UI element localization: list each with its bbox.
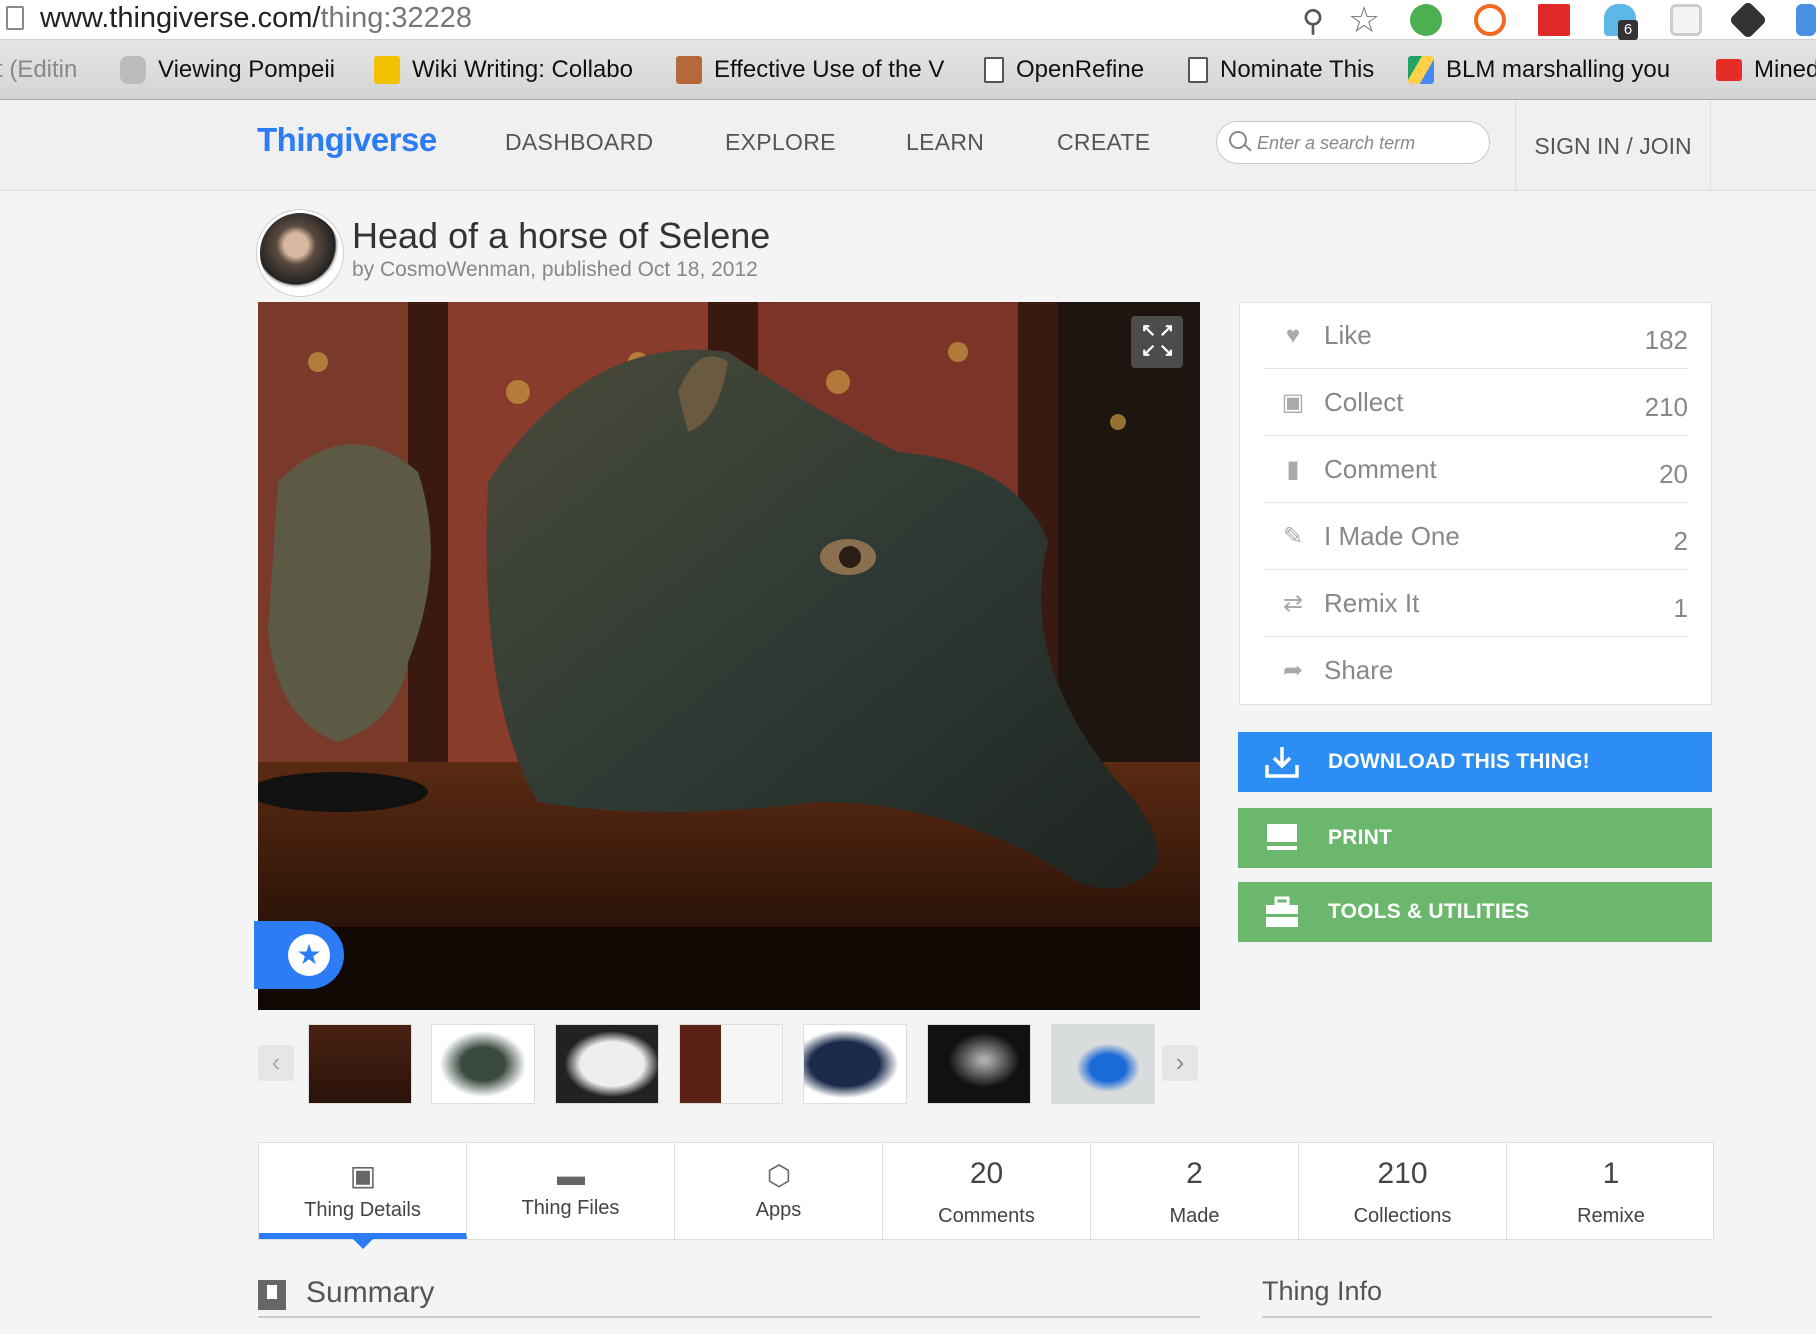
thumb-prev-button[interactable]: ‹ — [258, 1045, 294, 1081]
comment-icon: ▮ — [1286, 456, 1300, 483]
tab-made[interactable]: 2 Made — [1091, 1143, 1299, 1239]
quote-extension-icon[interactable] — [1410, 4, 1442, 36]
folder-icon: ▬ — [557, 1160, 585, 1191]
comment-action[interactable]: ▮ Comment 20 — [1264, 437, 1688, 503]
star-icon: ★ — [288, 934, 330, 976]
tab-thing-files[interactable]: ▬ Thing Files — [467, 1143, 675, 1239]
thumbnail[interactable] — [927, 1024, 1031, 1104]
print-button[interactable]: PRINT — [1238, 808, 1712, 868]
michigan-icon — [374, 56, 400, 84]
search-box[interactable] — [1216, 121, 1490, 164]
bookmark-item[interactable]: Nominate This — [1188, 56, 1374, 84]
search-icon — [1229, 131, 1247, 149]
address-bar[interactable]: www.thingiverse.com/thing:32228 ⚲ ☆ 6 — [0, 0, 1816, 40]
page-title: Head of a horse of Selene — [352, 215, 771, 256]
horse-head-photo — [258, 302, 1200, 1010]
collect-icon: ▣ — [1281, 389, 1305, 416]
bookmark-item[interactable]: BLM marshalling you — [1408, 56, 1670, 84]
tab-thing-details[interactable]: ▣ Thing Details — [259, 1143, 467, 1249]
drive-icon — [1408, 56, 1434, 84]
thing-info-header: Thing Info — [1262, 1272, 1712, 1318]
flipboard-extension-icon[interactable] — [1538, 4, 1570, 36]
thumbnail[interactable] — [431, 1024, 535, 1104]
tab-collections[interactable]: 210 Collections — [1299, 1143, 1507, 1239]
summary-header: Summary — [258, 1272, 1200, 1318]
tab-remixes[interactable]: 1 Remixe — [1507, 1143, 1715, 1239]
ghostery-extension-icon[interactable]: 6 — [1604, 4, 1638, 40]
thumbnail[interactable] — [803, 1024, 907, 1104]
made-one-action[interactable]: ✎ I Made One 2 — [1264, 504, 1688, 570]
share-action[interactable]: ➦ Share — [1264, 638, 1688, 704]
nav-create[interactable]: CREATE — [1057, 129, 1150, 156]
search-input[interactable] — [1257, 130, 1482, 156]
bitly-extension-icon[interactable] — [1474, 4, 1506, 36]
print-icon — [1267, 824, 1297, 850]
remix-action[interactable]: ⇄ Remix It 1 — [1264, 571, 1688, 637]
compass-extension-icon[interactable] — [1728, 0, 1768, 40]
tab-apps[interactable]: ⬡ Apps — [675, 1143, 883, 1239]
apple-icon — [120, 56, 146, 84]
thumbnail[interactable] — [679, 1024, 783, 1104]
thumbnail[interactable] — [1051, 1024, 1155, 1104]
bookmark-item[interactable]: Viewing Pompeii — [120, 56, 335, 84]
remix-icon: ⇄ — [1282, 590, 1304, 617]
expand-icon[interactable]: ↖ ↗ ↙ ↘ — [1131, 316, 1183, 368]
zoom-icon[interactable]: ⚲ — [1302, 4, 1324, 39]
site-header: Thingiverse DASHBOARD EXPLORE LEARN CREA… — [0, 101, 1816, 191]
tab-comments[interactable]: 20 Comments — [883, 1143, 1091, 1239]
byline: by CosmoWenman, published Oct 18, 2012 — [352, 258, 758, 281]
bookmark-star-icon[interactable]: ☆ — [1348, 0, 1380, 41]
book-icon — [258, 1280, 286, 1310]
thumbnail[interactable] — [308, 1024, 412, 1104]
bookmark-item[interactable]: OpenRefine — [984, 56, 1144, 84]
nav-dashboard[interactable]: DASHBOARD — [505, 129, 653, 156]
doc-icon — [1188, 57, 1208, 83]
book-icon: ▣ — [349, 1160, 377, 1191]
nav-learn[interactable]: LEARN — [906, 129, 984, 156]
doc-icon — [984, 57, 1004, 83]
chat-extension-icon[interactable] — [1670, 4, 1702, 36]
bookmark-item[interactable]: Effective Use of the V — [676, 56, 944, 84]
like-action[interactable]: ♥ Like 182 — [1264, 303, 1688, 369]
thumb-next-button[interactable]: › — [1162, 1045, 1198, 1081]
action-panel: ♥ Like 182 ▣ Collect 210 ▮ Comment 20 ✎ … — [1239, 302, 1712, 705]
thumbnail[interactable] — [555, 1024, 659, 1104]
made-icon: ✎ — [1282, 523, 1304, 550]
collect-action[interactable]: ▣ Collect 210 — [1264, 370, 1688, 436]
bookmark-item[interactable]: t (Editin — [0, 56, 77, 84]
bookmark-item[interactable]: Mined — [1716, 56, 1816, 84]
share-icon: ➦ — [1282, 657, 1304, 684]
logo[interactable]: Thingiverse — [257, 121, 437, 159]
main-image[interactable] — [258, 302, 1200, 1010]
extension-icon[interactable] — [1796, 4, 1816, 36]
bookmarks-bar: t (Editin Viewing Pompeii Wiki Writing: … — [0, 40, 1816, 100]
tools-button[interactable]: TOOLS & UTILITIES — [1238, 882, 1712, 942]
cube-icon: ⬡ — [766, 1160, 792, 1191]
signin-button[interactable]: SIGN IN / JOIN — [1515, 101, 1711, 191]
download-button[interactable]: DOWNLOAD THIS THING! — [1238, 732, 1712, 792]
stack-icon — [676, 56, 702, 84]
youtube-icon — [1716, 59, 1742, 81]
bookmark-item[interactable]: Wiki Writing: Collabo — [374, 56, 633, 84]
page-icon — [6, 6, 24, 30]
avatar[interactable] — [257, 210, 343, 296]
heart-icon: ♥ — [1285, 322, 1301, 349]
featured-badge: ★ — [254, 921, 344, 989]
ext-badge: 6 — [1618, 20, 1638, 40]
tab-bar: ▣ Thing Details ▬ Thing Files ⬡ Apps 20 … — [258, 1142, 1715, 1249]
download-icon — [1265, 747, 1299, 778]
toolbox-icon — [1266, 896, 1298, 927]
nav-explore[interactable]: EXPLORE — [725, 129, 836, 156]
url-text[interactable]: www.thingiverse.com/thing:32228 — [40, 2, 472, 35]
